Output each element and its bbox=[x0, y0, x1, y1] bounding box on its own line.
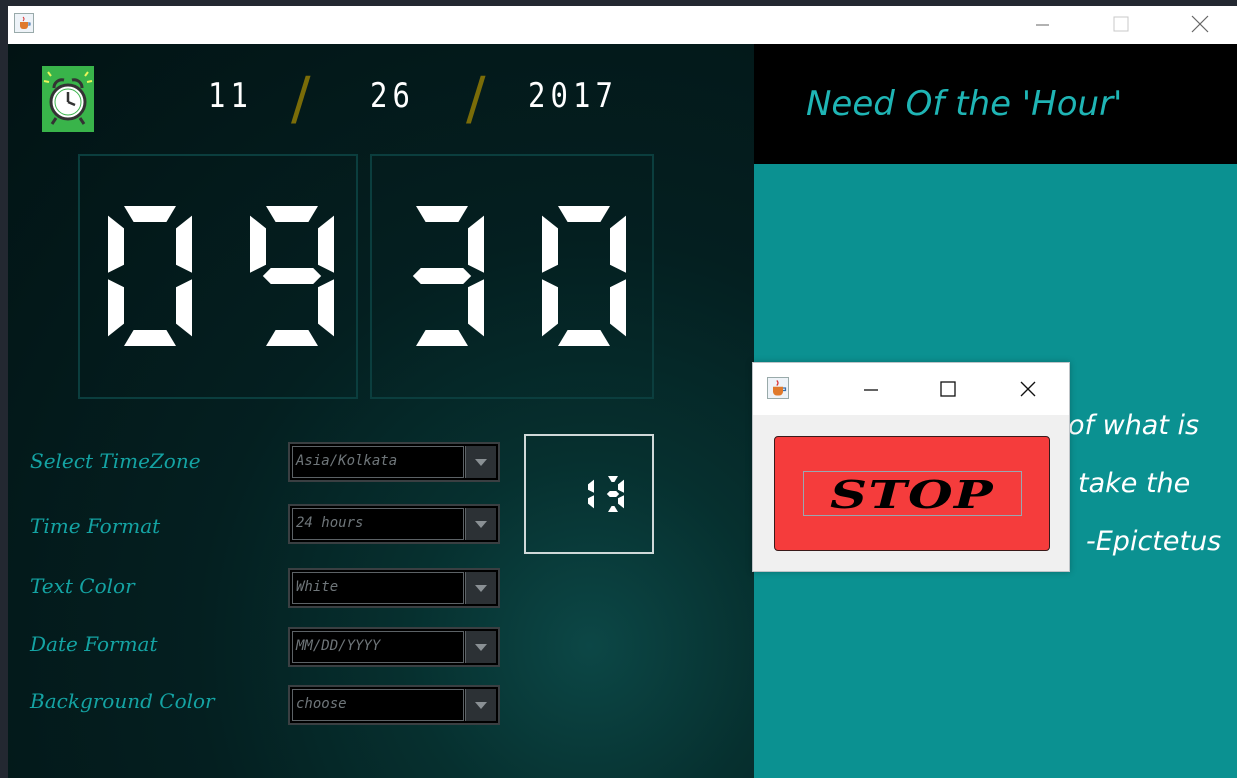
dialog-maximize-button[interactable] bbox=[933, 375, 963, 403]
stop-dialog: STOP bbox=[752, 362, 1070, 572]
dialog-minimize-button[interactable] bbox=[856, 375, 886, 403]
stop-button-label: STOP bbox=[830, 472, 994, 517]
chevron-down-icon[interactable] bbox=[465, 446, 496, 478]
timezone-select-value: Asia/Kolkata bbox=[296, 453, 398, 469]
close-button[interactable] bbox=[1180, 8, 1220, 38]
digit-segment bbox=[468, 215, 484, 273]
digit-segment bbox=[318, 215, 334, 273]
digit-segment bbox=[618, 479, 624, 493]
maximize-icon bbox=[1113, 16, 1129, 32]
java-cup-icon bbox=[14, 13, 34, 33]
digit-segment bbox=[124, 206, 176, 222]
close-icon bbox=[1191, 15, 1209, 33]
digit-segment bbox=[412, 268, 472, 284]
digit-segment bbox=[250, 215, 266, 273]
digit-segment bbox=[468, 279, 484, 337]
seconds-digit bbox=[606, 476, 624, 512]
clock-panel: 11 / 26 / 2017 Select TimeZone Asia/Kolk… bbox=[8, 44, 754, 778]
maximize-icon bbox=[940, 381, 956, 397]
date-separator: / bbox=[466, 64, 486, 132]
minimize-button[interactable] bbox=[1022, 8, 1062, 38]
hours-display bbox=[78, 154, 358, 399]
dialog-close-button[interactable] bbox=[1013, 375, 1043, 403]
digit-segment bbox=[558, 330, 610, 346]
dialog-titlebar[interactable] bbox=[753, 363, 1069, 415]
seconds-digit bbox=[588, 479, 594, 509]
digit-segment bbox=[610, 215, 626, 273]
chevron-down-icon[interactable] bbox=[465, 631, 496, 663]
app-window: 11 / 26 / 2017 Select TimeZone Asia/Kolk… bbox=[0, 0, 1237, 778]
digit-segment bbox=[176, 215, 192, 273]
digit-segment bbox=[266, 206, 318, 222]
timezone-select[interactable]: Asia/Kolkata bbox=[288, 442, 500, 482]
digit-segment bbox=[558, 206, 610, 222]
date-year: 2017 bbox=[528, 76, 619, 116]
seconds-display bbox=[524, 434, 654, 554]
digit-segment bbox=[318, 279, 334, 337]
window-titlebar[interactable] bbox=[8, 6, 1237, 44]
digit-segment bbox=[588, 495, 594, 509]
maximize-button[interactable] bbox=[1100, 8, 1140, 38]
chevron-down-icon[interactable] bbox=[465, 508, 496, 540]
digit-segment bbox=[610, 279, 626, 337]
digit-segment bbox=[176, 279, 192, 337]
minute-tens-digit bbox=[412, 206, 484, 346]
seconds-digits bbox=[588, 476, 624, 512]
minimize-icon bbox=[864, 389, 878, 391]
digit-segment bbox=[124, 330, 176, 346]
digit-segment bbox=[542, 279, 558, 337]
date-format-label: Date Format bbox=[30, 632, 158, 656]
digit-segment bbox=[588, 479, 594, 493]
date-format-select-value: MM/DD/YYYY bbox=[296, 638, 381, 654]
chevron-down-icon[interactable] bbox=[465, 572, 496, 604]
java-cup-icon bbox=[767, 377, 789, 399]
hour-tens-digit bbox=[108, 206, 192, 346]
quote-title: Need Of the 'Hour' bbox=[806, 84, 1123, 124]
digit-segment bbox=[606, 491, 620, 497]
quote-author: -Epictetus bbox=[1086, 526, 1222, 557]
background-color-select-value: choose bbox=[296, 696, 347, 712]
digit-segment bbox=[608, 506, 618, 512]
minute-ones-digit bbox=[542, 206, 626, 346]
time-format-select[interactable]: 24 hours bbox=[288, 504, 500, 544]
date-day: 26 bbox=[370, 76, 416, 116]
minutes-display bbox=[370, 154, 654, 399]
text-color-label: Text Color bbox=[30, 574, 135, 598]
digit-segment bbox=[416, 330, 468, 346]
time-format-label: Time Format bbox=[30, 514, 161, 538]
chevron-down-icon[interactable] bbox=[465, 689, 496, 721]
hour-ones-digit bbox=[250, 206, 334, 346]
digit-segment bbox=[542, 215, 558, 273]
alarm-clock-icon[interactable] bbox=[42, 66, 94, 132]
background-color-label: Background Color bbox=[30, 689, 215, 713]
date-month: 11 bbox=[208, 76, 254, 116]
text-color-select[interactable]: White bbox=[288, 568, 500, 608]
stop-button[interactable]: STOP bbox=[774, 436, 1050, 551]
quote-header: Need Of the 'Hour' bbox=[754, 44, 1237, 164]
minimize-icon bbox=[1036, 24, 1049, 26]
close-icon bbox=[1020, 381, 1036, 397]
timezone-label: Select TimeZone bbox=[30, 449, 201, 473]
time-format-select-value: 24 hours bbox=[296, 515, 364, 531]
date-separator: / bbox=[291, 64, 311, 132]
digit-segment bbox=[262, 268, 322, 284]
digit-segment bbox=[608, 476, 618, 482]
digit-segment bbox=[108, 215, 124, 273]
digit-segment bbox=[266, 330, 318, 346]
background-color-select[interactable]: choose bbox=[288, 685, 500, 725]
date-format-select[interactable]: MM/DD/YYYY bbox=[288, 627, 500, 667]
digit-segment bbox=[108, 279, 124, 337]
text-color-select-value: White bbox=[296, 579, 339, 595]
digit-segment bbox=[618, 495, 624, 509]
digit-segment bbox=[416, 206, 468, 222]
